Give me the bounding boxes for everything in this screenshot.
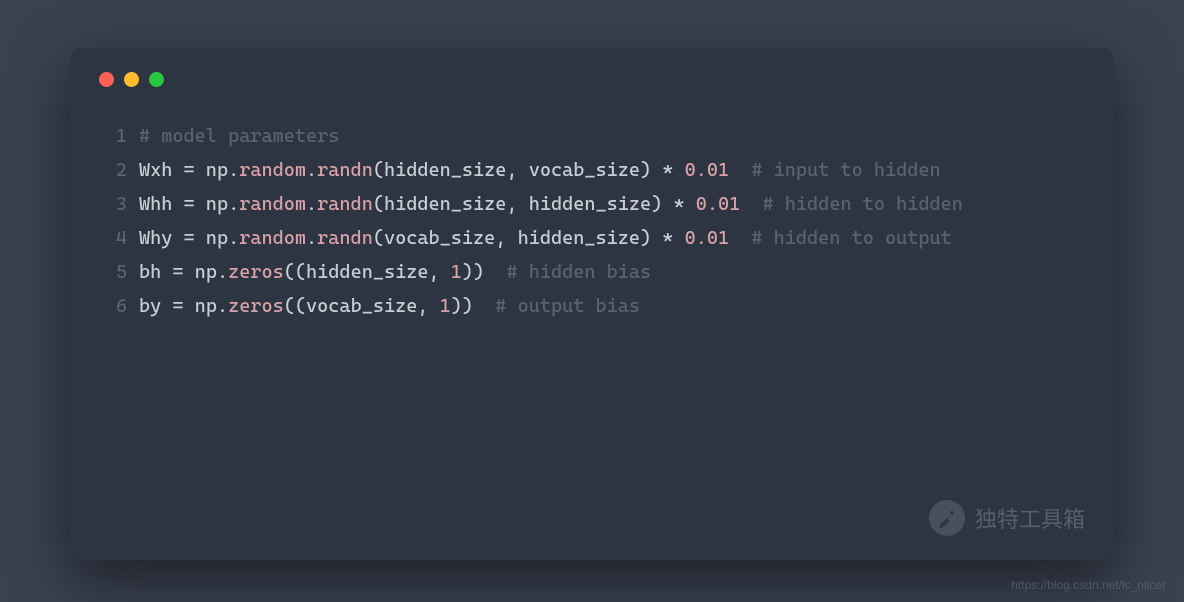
token: * xyxy=(662,193,695,215)
token: # model parameters xyxy=(139,125,339,147)
token: hidden_size xyxy=(306,261,428,283)
line-content: # model parameters xyxy=(139,119,339,153)
token: random xyxy=(239,159,306,181)
line-number: 1 xyxy=(99,119,127,153)
token: Wxh xyxy=(139,159,184,181)
token: * xyxy=(651,159,684,181)
watermark-badge: 独特工具箱 xyxy=(929,500,1085,536)
token: np xyxy=(184,261,217,283)
line-number: 6 xyxy=(99,289,127,323)
token: 1 xyxy=(451,261,462,283)
token: randn xyxy=(317,227,373,249)
token: . xyxy=(228,193,239,215)
token: )) xyxy=(462,261,484,283)
token: = xyxy=(184,159,195,181)
token: , xyxy=(506,193,528,215)
line-content: Wxh = np.random.randn(hidden_size, vocab… xyxy=(139,153,941,187)
watermark-text: 独特工具箱 xyxy=(975,502,1085,534)
token: , xyxy=(429,261,451,283)
code-line: 3Whh = np.random.randn(hidden_size, hidd… xyxy=(99,187,1085,221)
token: zeros xyxy=(228,261,284,283)
token: )) xyxy=(451,295,473,317)
token: vocab_size xyxy=(529,159,640,181)
token: bh xyxy=(139,261,172,283)
token: (( xyxy=(284,295,306,317)
token: = xyxy=(184,193,195,215)
token: 0.01 xyxy=(685,227,730,249)
code-area: 1# model parameters2Wxh = np.random.rand… xyxy=(99,119,1085,323)
token: , xyxy=(506,159,528,181)
token: . xyxy=(306,227,317,249)
token: hidden_size xyxy=(384,159,506,181)
token: np xyxy=(184,295,217,317)
line-number: 3 xyxy=(99,187,127,221)
token: , xyxy=(417,295,439,317)
token: hidden_size xyxy=(529,193,651,215)
line-number: 2 xyxy=(99,153,127,187)
close-icon[interactable] xyxy=(99,72,114,87)
line-content: by = np.zeros((vocab_size, 1)) # output … xyxy=(139,289,640,323)
token: (( xyxy=(284,261,306,283)
token: ( xyxy=(373,193,384,215)
line-content: bh = np.zeros((hidden_size, 1)) # hidden… xyxy=(139,255,651,289)
token: hidden_size xyxy=(518,227,640,249)
token: . xyxy=(217,295,228,317)
token: = xyxy=(172,261,183,283)
token: vocab_size xyxy=(384,227,495,249)
token: ( xyxy=(373,159,384,181)
line-content: Whh = np.random.randn(hidden_size, hidde… xyxy=(139,187,963,221)
token: . xyxy=(228,159,239,181)
token: Why xyxy=(139,227,184,249)
traffic-lights xyxy=(99,72,1085,87)
token: , xyxy=(495,227,517,249)
token: ( xyxy=(373,227,384,249)
token: = xyxy=(184,227,195,249)
tool-icon xyxy=(929,500,965,536)
token: . xyxy=(217,261,228,283)
token: Whh xyxy=(139,193,184,215)
token: np xyxy=(195,193,228,215)
token: # hidden to hidden xyxy=(740,193,963,215)
token: random xyxy=(239,193,306,215)
token: . xyxy=(306,159,317,181)
token: # hidden bias xyxy=(484,261,651,283)
code-line: 4Why = np.random.randn(vocab_size, hidde… xyxy=(99,221,1085,255)
code-window: 1# model parameters2Wxh = np.random.rand… xyxy=(71,48,1113,560)
token: 1 xyxy=(440,295,451,317)
token: np xyxy=(195,159,228,181)
token: ) xyxy=(640,227,651,249)
token: = xyxy=(172,295,183,317)
token: # input to hidden xyxy=(729,159,941,181)
token: np xyxy=(195,227,228,249)
token: randn xyxy=(317,159,373,181)
maximize-icon[interactable] xyxy=(149,72,164,87)
token: by xyxy=(139,295,172,317)
footer-watermark: https://blog.csdn.net/lc_nlicer xyxy=(1011,578,1166,592)
token: randn xyxy=(317,193,373,215)
code-line: 6 by = np.zeros((vocab_size, 1)) # output… xyxy=(99,289,1085,323)
token: hidden_size xyxy=(384,193,506,215)
token: ) xyxy=(651,193,662,215)
minimize-icon[interactable] xyxy=(124,72,139,87)
token: 0.01 xyxy=(696,193,741,215)
token: # hidden to output xyxy=(729,227,952,249)
token: vocab_size xyxy=(306,295,417,317)
token: . xyxy=(228,227,239,249)
token: * xyxy=(651,227,684,249)
token: 0.01 xyxy=(685,159,730,181)
line-content: Why = np.random.randn(vocab_size, hidden… xyxy=(139,221,952,255)
code-line: 1 # model parameters xyxy=(99,119,1085,153)
code-line: 5 bh = np.zeros((hidden_size, 1)) # hidde… xyxy=(99,255,1085,289)
token: . xyxy=(306,193,317,215)
token: random xyxy=(239,227,306,249)
token: zeros xyxy=(228,295,284,317)
line-number: 4 xyxy=(99,221,127,255)
code-line: 2Wxh = np.random.randn(hidden_size, voca… xyxy=(99,153,1085,187)
token: ) xyxy=(640,159,651,181)
token: # output bias xyxy=(473,295,640,317)
line-number: 5 xyxy=(99,255,127,289)
